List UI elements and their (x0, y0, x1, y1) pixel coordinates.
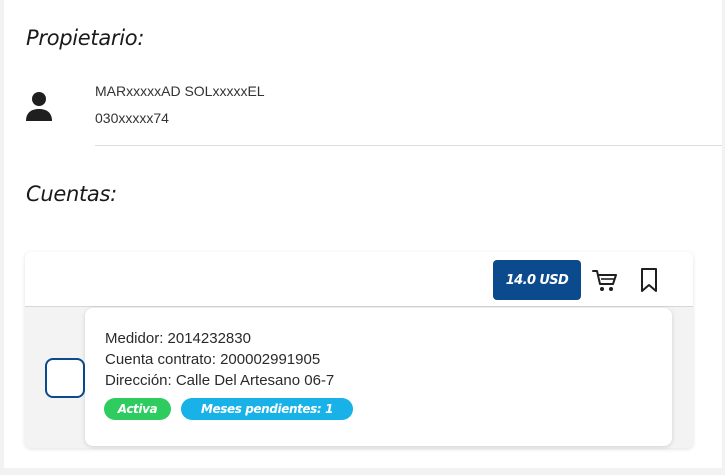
cart-icon[interactable] (591, 266, 619, 294)
accounts-section-title: Cuentas: (26, 182, 117, 206)
meter-number: Medidor: 2014232830 (105, 330, 251, 347)
account-select-checkbox[interactable] (45, 358, 85, 398)
bookmark-icon[interactable] (637, 266, 661, 294)
account-detail-card: Medidor: 2014232830 Cuenta contrato: 200… (85, 308, 672, 446)
pending-months-badge: Meses pendientes: 1 (181, 398, 353, 420)
owner-id-number: 030xxxxx74 (95, 110, 169, 126)
account-card: 14.0 USD Medidor: 2014232830 Cuenta cont… (25, 252, 693, 448)
main-panel: Propietario: MARxxxxxAD SOLxxxxxEL 030xx… (4, 0, 722, 468)
account-card-header: 14.0 USD (25, 252, 693, 307)
person-icon (26, 92, 52, 121)
owner-section-title: Propietario: (26, 26, 145, 50)
contract-account: Cuenta contrato: 200002991905 (105, 351, 321, 368)
owner-name: MARxxxxxAD SOLxxxxxEL (95, 83, 265, 99)
divider (95, 145, 722, 146)
status-badge: Activa (104, 398, 171, 420)
amount-due-badge[interactable]: 14.0 USD (493, 260, 581, 300)
address: Dirección: Calle Del Artesano 06-7 (105, 372, 335, 389)
